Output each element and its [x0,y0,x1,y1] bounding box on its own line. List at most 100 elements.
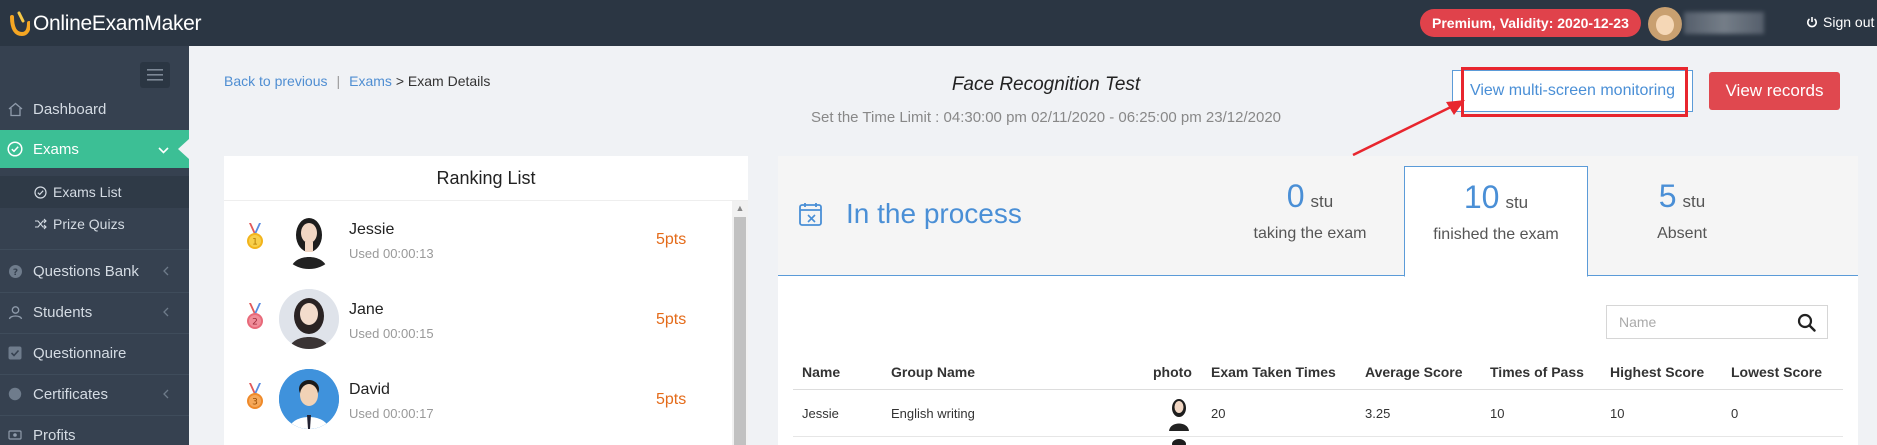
top-bar: OnlineExamMaker Premium, Validity: 2020-… [0,0,1877,46]
gold-medal-icon: 1 [247,223,263,249]
exam-title: Face Recognition Test [951,74,1141,95]
chevron-down-icon [158,142,169,157]
scrollbar-thumb[interactable] [734,217,746,445]
search-icon[interactable] [1797,313,1816,332]
student-photo [279,209,339,269]
check-circle-icon [7,141,23,157]
sidebar-item-dashboard[interactable]: Dashboard [0,90,189,128]
name-search-input[interactable] [1607,306,1787,338]
col-times-of-pass[interactable]: Times of Pass [1490,364,1584,380]
stat-finished-exam[interactable]: 10 stu finished the exam [1404,166,1588,277]
user-avatar[interactable] [1648,7,1682,41]
sidebar-item-label: Profits [33,426,76,444]
cell-name: Jessie [802,406,839,421]
shuffle-icon [34,218,47,230]
sidebar-item-label: Exams [33,140,79,158]
scroll-up-arrow-icon[interactable]: ▲ [732,201,748,215]
exam-process-icon [799,203,822,226]
ranking-list: 1 Jessie Used 00:00:13 5pts 2 Jane Used … [224,201,732,445]
student-name: Jessie [349,221,395,238]
sidebar-subitem-prize-quizs[interactable]: Prize Quizs [0,208,189,240]
student-photo-thumb [1169,399,1189,431]
breadcrumb-arrow: > [395,73,405,89]
col-name[interactable]: Name [802,364,840,380]
ranking-row[interactable]: 1 Jessie Used 00:00:13 5pts [224,201,732,281]
svg-text:2: 2 [252,318,258,328]
ranking-list-title: Ranking List [224,156,748,201]
stat-unit: stu [1682,192,1706,211]
stat-taking-exam[interactable]: 0 stu taking the exam [1218,166,1402,277]
sidebar-item-questions-bank[interactable]: ? Questions Bank [0,252,189,290]
sidebar-subitem-exams-list[interactable]: Exams List [0,176,189,208]
checkbox-icon [7,345,23,361]
question-icon: ? [7,263,23,279]
table-header: Name Group Name photo Exam Taken Times A… [793,356,1843,390]
stats-summary: In the process 0 stu taking the exam 10 st… [778,156,1858,277]
view-multi-screen-monitoring-button[interactable]: View multi-screen monitoring [1452,70,1693,112]
col-group-name[interactable]: Group Name [891,364,975,380]
money-icon [7,427,23,443]
chevron-left-icon [163,264,169,279]
exam-status-label: In the process [846,198,1022,229]
stat-number: 5 stu [1590,178,1774,215]
stat-label: Absent [1657,225,1707,242]
student-points: 5pts [656,391,687,408]
cell-lowest-score: 0 [1731,406,1739,421]
stat-number: 10 stu [1405,179,1587,216]
sidebar-item-label: Dashboard [33,100,107,118]
view-records-button[interactable]: View records [1709,72,1840,110]
exam-stats-panel: In the process 0 stu taking the exam 10 st… [778,156,1858,445]
breadcrumb-separator: | [336,73,341,89]
sidebar-item-label: Questions Bank [33,262,139,280]
col-highest-score[interactable]: Highest Score [1610,364,1704,380]
home-icon [7,101,23,117]
premium-badge[interactable]: Premium, Validity: 2020-12-23 [1420,9,1641,37]
ranking-scrollbar[interactable]: ▲ [732,201,748,445]
stat-number: 0 stu [1218,178,1402,215]
table-row[interactable]: Jessie English writing 20 3.25 10 10 0 [793,391,1843,437]
student-points: 5pts [656,311,687,328]
sidebar-item-students[interactable]: Students [0,293,189,331]
svg-text:?: ? [12,268,17,278]
col-exam-taken-times[interactable]: Exam Taken Times [1211,364,1336,380]
sidebar-item-label: Questionnaire [33,344,127,362]
stat-value: 0 [1286,178,1305,214]
cell-times-of-pass: 10 [1490,406,1505,421]
breadcrumb-current: Exam Details [407,73,491,89]
sidebar-collapse-button[interactable] [140,62,170,88]
cell-exam-taken-times: 20 [1211,406,1226,421]
ranking-row[interactable]: 2 Jane Used 00:00:15 5pts [224,281,732,361]
sidebar-item-label: Students [33,303,93,321]
sidebar-item-exams[interactable]: Exams [0,130,189,168]
col-average-score[interactable]: Average Score [1365,364,1463,380]
ranking-row[interactable]: 3 David Used 00:00:17 5pts [224,361,732,441]
power-icon [1807,17,1817,28]
sidebar-item-questionnaire[interactable]: Questionnaire [0,334,189,372]
exam-time-limit: Set the Time Limit : 04:30:00 pm 02/11/2… [810,109,1282,126]
ranking-list-panel: Ranking List 1 Jessie Used 00:00:13 5pts… [224,156,748,445]
sign-out-button[interactable]: Sign out [1806,14,1874,30]
logo-text: OnlineExamMaker [33,12,202,35]
student-name: Jane [349,301,384,318]
table-row[interactable] [793,438,1843,445]
back-to-previous-link[interactable]: Back to previous [224,73,328,89]
sidebar-item-profits[interactable]: Profits [0,416,189,445]
sidebar-item-certificates[interactable]: Certificates [0,375,189,413]
cell-average-score: 3.25 [1365,406,1391,421]
stat-unit: stu [1310,192,1334,211]
breadcrumb-exams-link[interactable]: Exams [349,73,392,89]
col-lowest-score[interactable]: Lowest Score [1731,364,1822,380]
name-search-box [1606,305,1828,339]
logo[interactable]: OnlineExamMaker [8,10,202,38]
check-circle-icon [34,185,47,199]
avatar-face [1656,15,1674,35]
sidebar: Dashboard Exams Exams List Prize Quizs ?… [0,46,189,445]
time-used: Used 00:00:13 [349,246,434,261]
sidebar-subitem-label: Prize Quizs [53,216,125,232]
stat-absent[interactable]: 5 stu Absent [1590,166,1774,277]
sidebar-divider [0,249,189,250]
col-photo[interactable]: photo [1153,364,1192,380]
student-name: David [349,381,390,398]
user-icon [7,304,23,320]
cell-group: English writing [891,406,975,421]
